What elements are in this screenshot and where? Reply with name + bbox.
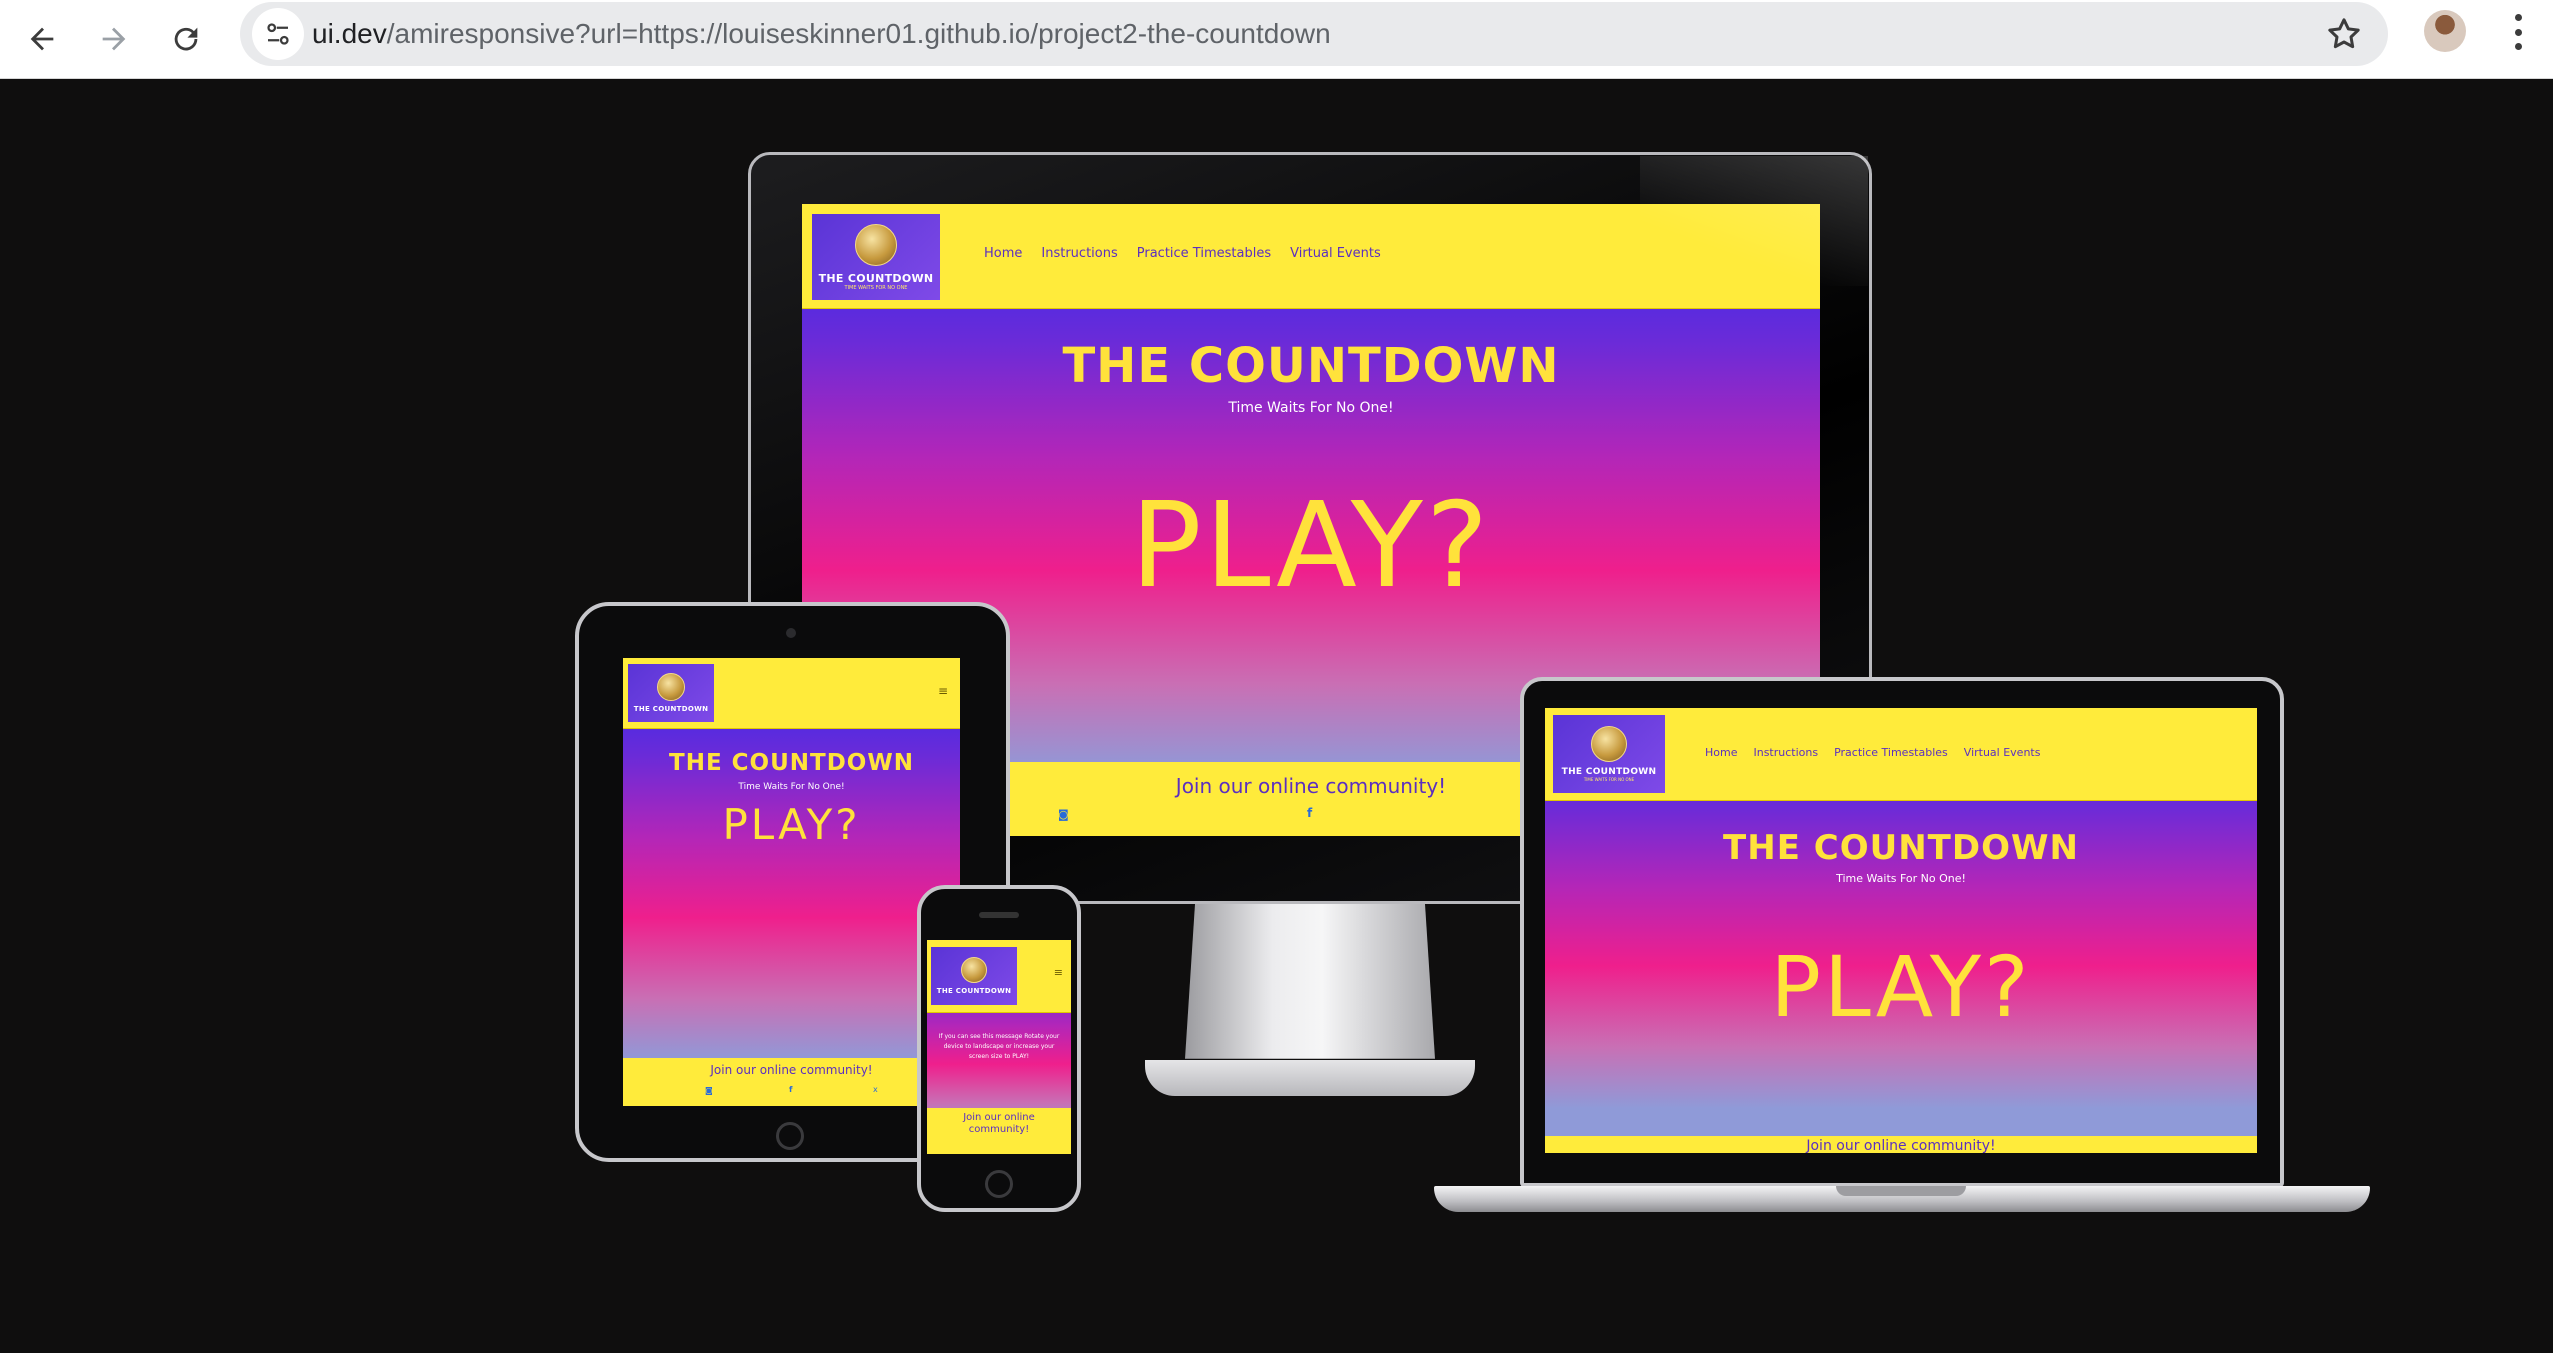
ipad-camera [786, 628, 796, 638]
hamburger-menu-icon[interactable]: ≡ [938, 684, 948, 698]
site-footer: Join our online community! [1545, 1136, 2257, 1153]
bookmark-star-icon [2328, 18, 2360, 49]
site-nav: Home Instructions Practice Timestables V… [1705, 746, 2040, 759]
ipad-screen: THE COUNTDOWN ≡ THE COUNTDOWN Time Waits… [623, 658, 960, 1106]
logo-title: THE COUNTDOWN [936, 987, 1012, 995]
clock-coin-icon [961, 957, 987, 983]
community-heading: Join our online community! [963, 1112, 1035, 1135]
site-info-button[interactable] [252, 8, 304, 60]
macbook-hinge-notch [1836, 1186, 1966, 1196]
page-title: THE COUNTDOWN [1062, 338, 1560, 394]
community-heading: Join our online community! [1806, 1138, 1996, 1153]
macbook-screen: THE COUNTDOWN TIME WAITS FOR NO ONE Home… [1545, 708, 2257, 1153]
nav-home[interactable]: Home [1705, 746, 1737, 759]
clock-coin-icon [657, 673, 685, 701]
back-arrow-icon [30, 27, 54, 51]
browser-toolbar: ui.dev/amiresponsive?url=https://louises… [0, 0, 2553, 79]
tagline: Time Waits For No One! [738, 782, 845, 792]
site-header: THE COUNTDOWN ≡ [623, 658, 960, 729]
forward-button[interactable] [84, 14, 144, 64]
site-info-icon [267, 23, 289, 45]
clock-coin-icon [855, 223, 897, 266]
iphone-speaker [979, 912, 1019, 918]
url-text[interactable]: ui.dev/amiresponsive?url=https://louises… [312, 2, 1331, 66]
nav-instructions[interactable]: Instructions [1041, 246, 1117, 261]
nav-virtual-events[interactable]: Virtual Events [1964, 746, 2041, 759]
kebab-menu-icon[interactable] [2498, 10, 2538, 54]
logo-subtitle: TIME WAITS FOR NO ONE [1583, 777, 1635, 782]
logo-subtitle: TIME WAITS FOR NO ONE [844, 284, 908, 291]
imac-stand [1185, 904, 1435, 1059]
instagram-icon[interactable]: ◙ [1058, 808, 1069, 821]
site-logo[interactable]: THE COUNTDOWN TIME WAITS FOR NO ONE [1553, 715, 1665, 793]
hamburger-menu-icon[interactable]: ≡ [1054, 966, 1063, 979]
nav-home[interactable]: Home [984, 246, 1022, 261]
facebook-icon[interactable]: f [1307, 806, 1312, 820]
back-button[interactable] [12, 14, 72, 64]
page-title: THE COUNTDOWN [1723, 828, 2079, 868]
play-button[interactable]: PLAY? [802, 476, 1820, 614]
bookmark-button[interactable] [2324, 14, 2364, 54]
x-twitter-icon[interactable]: x [873, 1085, 878, 1094]
imac-stand-foot [1145, 1060, 1475, 1096]
profile-avatar[interactable] [2424, 10, 2466, 52]
site-footer: Join our online community! [927, 1108, 1071, 1154]
play-button[interactable]: PLAY? [1545, 938, 2257, 1036]
instagram-icon[interactable]: ◙ [705, 1086, 713, 1095]
page-title: THE COUNTDOWN [669, 750, 914, 776]
iphone-home-button [985, 1170, 1013, 1198]
url-path: /amiresponsive?url=https://louiseskinner… [386, 18, 1331, 49]
address-bar[interactable]: ui.dev/amiresponsive?url=https://louises… [240, 2, 2388, 66]
site-nav: Home Instructions Practice Timestables V… [984, 246, 1381, 261]
tagline: Time Waits For No One! [1228, 400, 1394, 416]
logo-title: THE COUNTDOWN [1561, 767, 1657, 777]
site-logo[interactable]: THE COUNTDOWN [628, 664, 714, 722]
imac-glare [1640, 156, 1868, 286]
reload-icon [174, 27, 198, 51]
ipad-home-button [776, 1122, 804, 1150]
reload-button[interactable] [156, 14, 216, 64]
nav-practice-timestables[interactable]: Practice Timestables [1834, 746, 1948, 759]
site-logo[interactable]: THE COUNTDOWN TIME WAITS FOR NO ONE [812, 214, 940, 300]
tagline: Time Waits For No One! [1836, 872, 1966, 885]
logo-title: THE COUNTDOWN [818, 271, 934, 285]
forward-arrow-icon [102, 27, 126, 51]
site-header: THE COUNTDOWN ≡ [927, 940, 1071, 1013]
nav-virtual-events[interactable]: Virtual Events [1290, 246, 1381, 261]
nav-practice-timestables[interactable]: Practice Timestables [1137, 246, 1271, 261]
site-footer: Join our online community! ◙ f x [623, 1058, 960, 1106]
clock-coin-icon [1591, 726, 1627, 762]
iphone-screen: THE COUNTDOWN ≡ If you can see this mess… [927, 940, 1071, 1154]
community-heading: Join our online community! [710, 1063, 873, 1077]
url-host: ui.dev [312, 18, 387, 49]
site-logo[interactable]: THE COUNTDOWN [931, 947, 1017, 1005]
logo-title: THE COUNTDOWN [633, 705, 709, 713]
facebook-icon[interactable]: f [789, 1085, 792, 1094]
rotate-device-message: If you can see this message Rotate your … [938, 1033, 1060, 1060]
site-header: THE COUNTDOWN TIME WAITS FOR NO ONE Home… [1545, 708, 2257, 801]
nav-instructions[interactable]: Instructions [1753, 746, 1818, 759]
play-button[interactable]: PLAY? [623, 800, 960, 849]
